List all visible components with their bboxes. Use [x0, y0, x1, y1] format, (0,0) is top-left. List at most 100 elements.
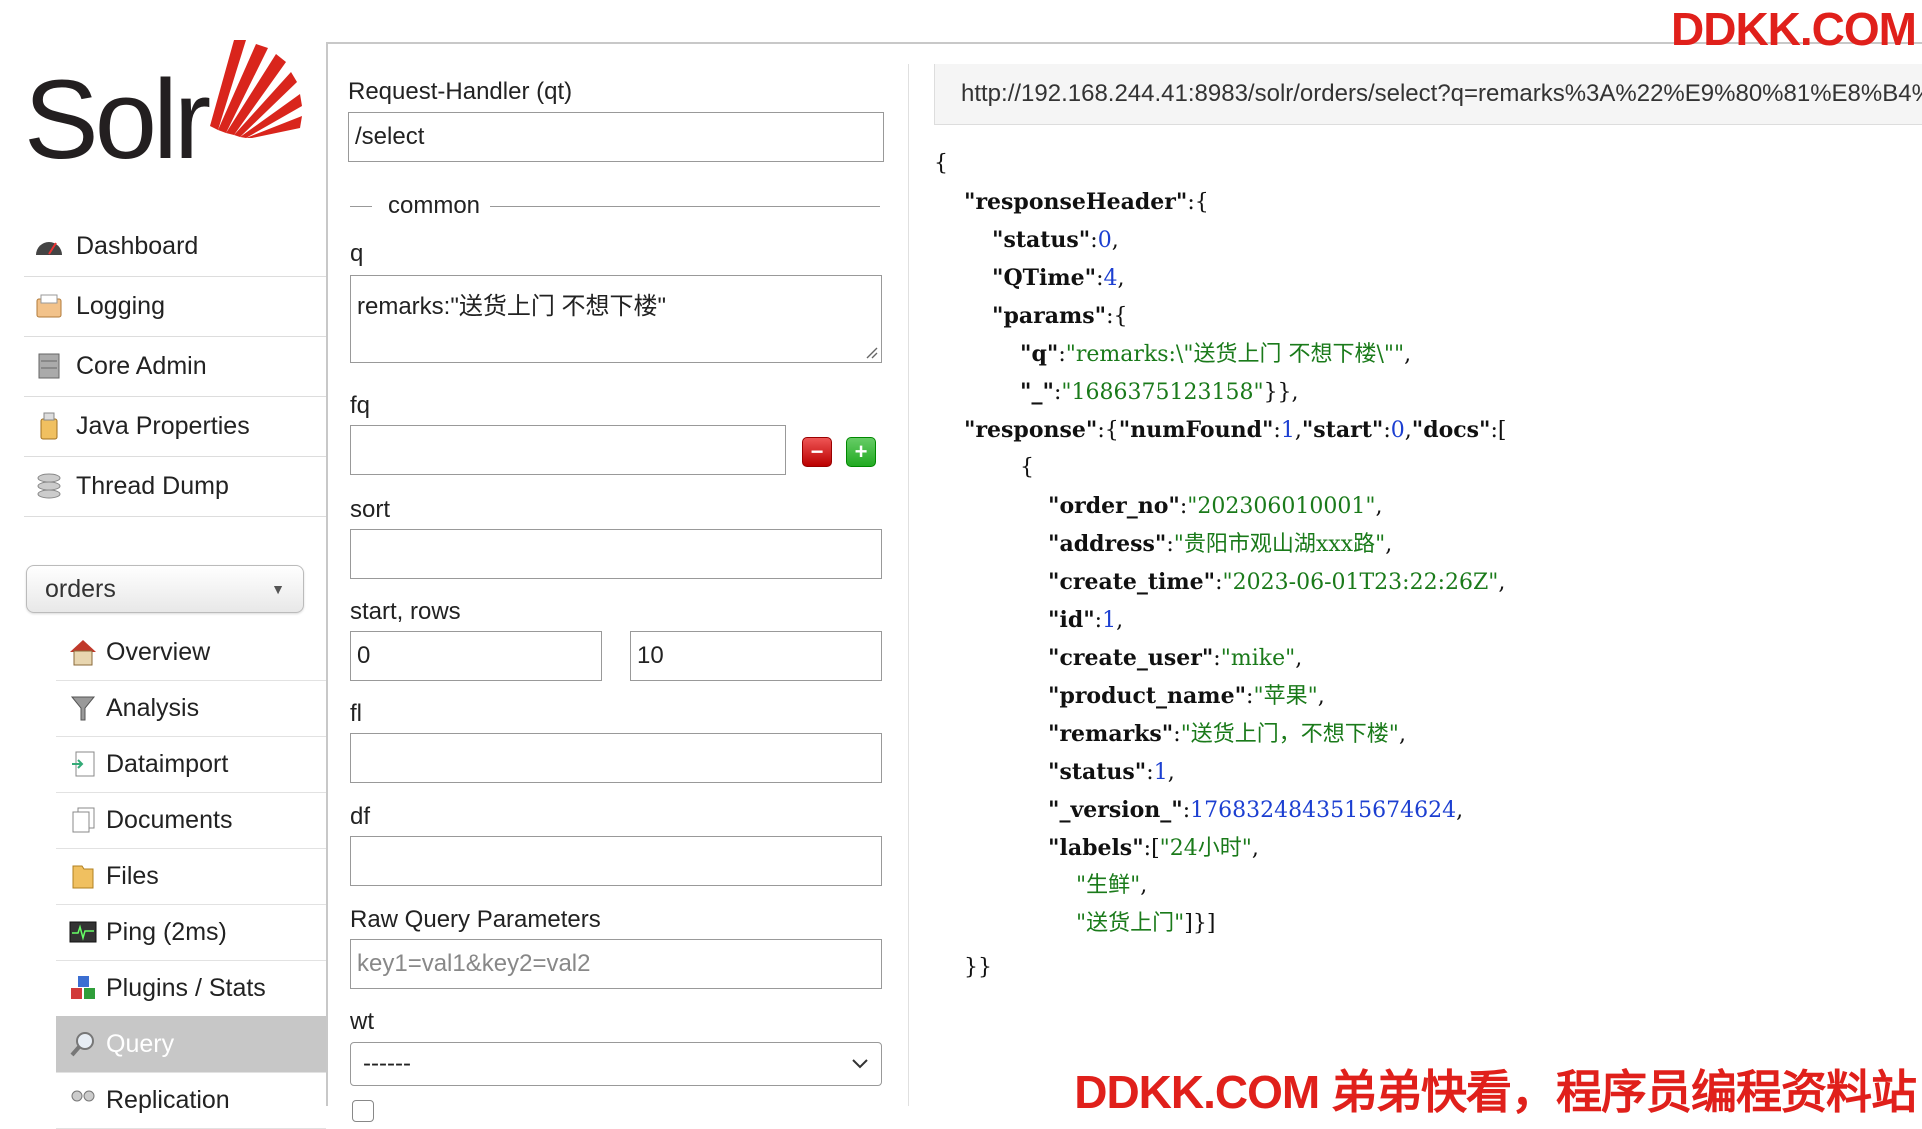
sidebar-item-documents[interactable]: Documents	[56, 792, 326, 849]
sidebar-item-java-properties[interactable]: Java Properties	[24, 396, 326, 457]
request-handler-input[interactable]: /select	[348, 112, 884, 162]
sidebar-item-replication[interactable]: Replication	[56, 1072, 326, 1129]
fq-label: fq	[350, 392, 371, 419]
fl-label: fl	[350, 700, 362, 727]
wt-select-value: ------	[363, 1050, 411, 1077]
core-selector-value: orders	[45, 574, 116, 603]
sidebar-item-ping[interactable]: Ping (2ms)	[56, 904, 326, 961]
ping-icon	[68, 917, 98, 947]
documents-icon	[68, 805, 98, 835]
dataimport-icon	[68, 749, 98, 779]
fq-add-button[interactable]: +	[846, 437, 876, 467]
json-line: "remarks":"送货上门，不想下楼",	[1048, 721, 1406, 747]
logging-icon	[32, 291, 66, 321]
magnifier-icon	[68, 1029, 98, 1059]
funnel-icon	[68, 693, 98, 723]
sidebar-item-dataimport[interactable]: Dataimport	[56, 736, 326, 793]
json-line: "labels":["24小时",	[1048, 835, 1259, 861]
json-line: "product_name":"苹果",	[1048, 683, 1325, 709]
sidebar-item-logging[interactable]: Logging	[24, 276, 326, 337]
sidebar-item-label: Analysis	[106, 693, 200, 722]
sidebar-item-label: Overview	[106, 637, 211, 666]
start-rows-label: start, rows	[350, 598, 461, 625]
core-selector[interactable]: orders ▼	[26, 565, 304, 613]
indent-checkbox[interactable]	[352, 1100, 374, 1122]
raw-params-input[interactable]: key1=val1&key2=val2	[350, 939, 882, 989]
sidebar-item-plugins-stats[interactable]: Plugins / Stats	[56, 960, 326, 1017]
plugins-icon	[68, 973, 98, 1003]
sort-input[interactable]	[350, 529, 882, 579]
home-icon	[68, 637, 98, 667]
request-handler-label: Request-Handler (qt)	[348, 78, 573, 105]
replication-icon	[68, 1085, 98, 1115]
chevron-down-icon	[852, 1059, 868, 1069]
wt-label: wt	[350, 1008, 374, 1035]
request-url-bar[interactable]: http://192.168.244.41:8983/solr/orders/s…	[934, 64, 1922, 125]
json-line: "id":1,	[1048, 607, 1124, 633]
sidebar-item-label: Dataimport	[106, 749, 229, 778]
thread-dump-icon	[32, 471, 66, 501]
fq-input[interactable]	[350, 425, 786, 475]
start-input[interactable]: 0	[350, 631, 602, 681]
json-line: "_version_":1768324843515674624,	[1048, 797, 1464, 823]
sidebar-item-thread-dump[interactable]: Thread Dump	[24, 456, 326, 517]
chevron-down-icon: ▼	[271, 581, 285, 597]
sidebar-item-overview[interactable]: Overview	[56, 624, 326, 681]
json-line: "response":{"numFound":1,"start":0,"docs…	[964, 417, 1507, 443]
sidebar-item-label: Replication	[106, 1085, 230, 1114]
resize-grip-icon[interactable]	[864, 345, 878, 359]
sidebar-item-label: Files	[106, 861, 159, 890]
rows-input[interactable]: 10	[630, 631, 882, 681]
fl-input[interactable]	[350, 733, 882, 783]
json-line: "_":"1686375123158"}},	[1020, 379, 1299, 405]
java-properties-icon	[32, 411, 66, 441]
sidebar-item-label: Core Admin	[76, 351, 207, 380]
json-line: }}	[964, 955, 992, 980]
sidebar-item-files[interactable]: Files	[56, 848, 326, 905]
q-label: q	[350, 240, 364, 267]
sidebar-item-analysis[interactable]: Analysis	[56, 680, 326, 737]
sidebar: Solr Dashboard Logging Core Admin Java P…	[0, 0, 326, 1129]
json-line: "送货上门"]}]	[1076, 911, 1216, 936]
json-line: "create_time":"2023-06-01T23:22:26Z",	[1048, 569, 1506, 595]
json-line: {	[934, 151, 948, 176]
json-response: { "responseHeader":{ "status":0, "QTime"…	[934, 148, 1922, 980]
request-url-link[interactable]: http://192.168.244.41:8983/solr/orders/s…	[961, 80, 1922, 108]
df-label: df	[350, 803, 371, 830]
sidebar-item-label: Java Properties	[76, 411, 250, 440]
watermark-bottom: DDKK.COM 弟弟快看，程序员编程资料站	[1074, 1066, 1917, 1118]
json-line: "q":"remarks:\"送货上门 不想下楼\"",	[1020, 341, 1412, 367]
sidebar-item-label: Ping (2ms)	[106, 917, 227, 946]
watermark-top: DDKK.COM	[1671, 3, 1917, 55]
sidebar-item-label: Query	[106, 1029, 175, 1058]
fq-remove-button[interactable]: −	[802, 437, 832, 467]
sidebar-item-dashboard[interactable]: Dashboard	[24, 216, 326, 277]
q-textarea[interactable]: remarks:"送货上门 不想下楼"	[350, 275, 882, 363]
logo-text: Solr	[24, 57, 211, 182]
q-value: remarks:"送货上门 不想下楼"	[357, 293, 667, 320]
folder-icon	[68, 861, 98, 891]
solr-logo[interactable]: Solr	[24, 38, 302, 182]
json-line: "生鲜",	[1076, 873, 1148, 898]
minus-icon: −	[810, 439, 824, 464]
common-legend-label: common	[380, 192, 489, 220]
sidebar-item-core-admin[interactable]: Core Admin	[24, 336, 326, 397]
json-line: "status":0,	[992, 227, 1119, 253]
json-line: "params":{	[992, 303, 1128, 329]
core-admin-icon	[32, 351, 66, 381]
solr-sun-icon	[210, 40, 302, 138]
json-line: "responseHeader":{	[964, 189, 1209, 215]
df-input[interactable]	[350, 836, 882, 886]
wt-select[interactable]: ------	[350, 1042, 882, 1086]
plus-icon: +	[854, 439, 868, 464]
sidebar-item-query[interactable]: Query	[56, 1016, 326, 1073]
sidebar-item-label: Logging	[76, 291, 165, 320]
sidebar-divider	[326, 42, 328, 1106]
sidebar-item-label: Documents	[106, 805, 233, 834]
json-line: {	[1020, 455, 1034, 480]
form-divider	[908, 64, 909, 1106]
common-legend: common	[350, 192, 880, 222]
sidebar-item-label: Dashboard	[76, 231, 199, 260]
sidebar-item-label: Thread Dump	[76, 471, 229, 500]
dashboard-icon	[32, 231, 66, 261]
